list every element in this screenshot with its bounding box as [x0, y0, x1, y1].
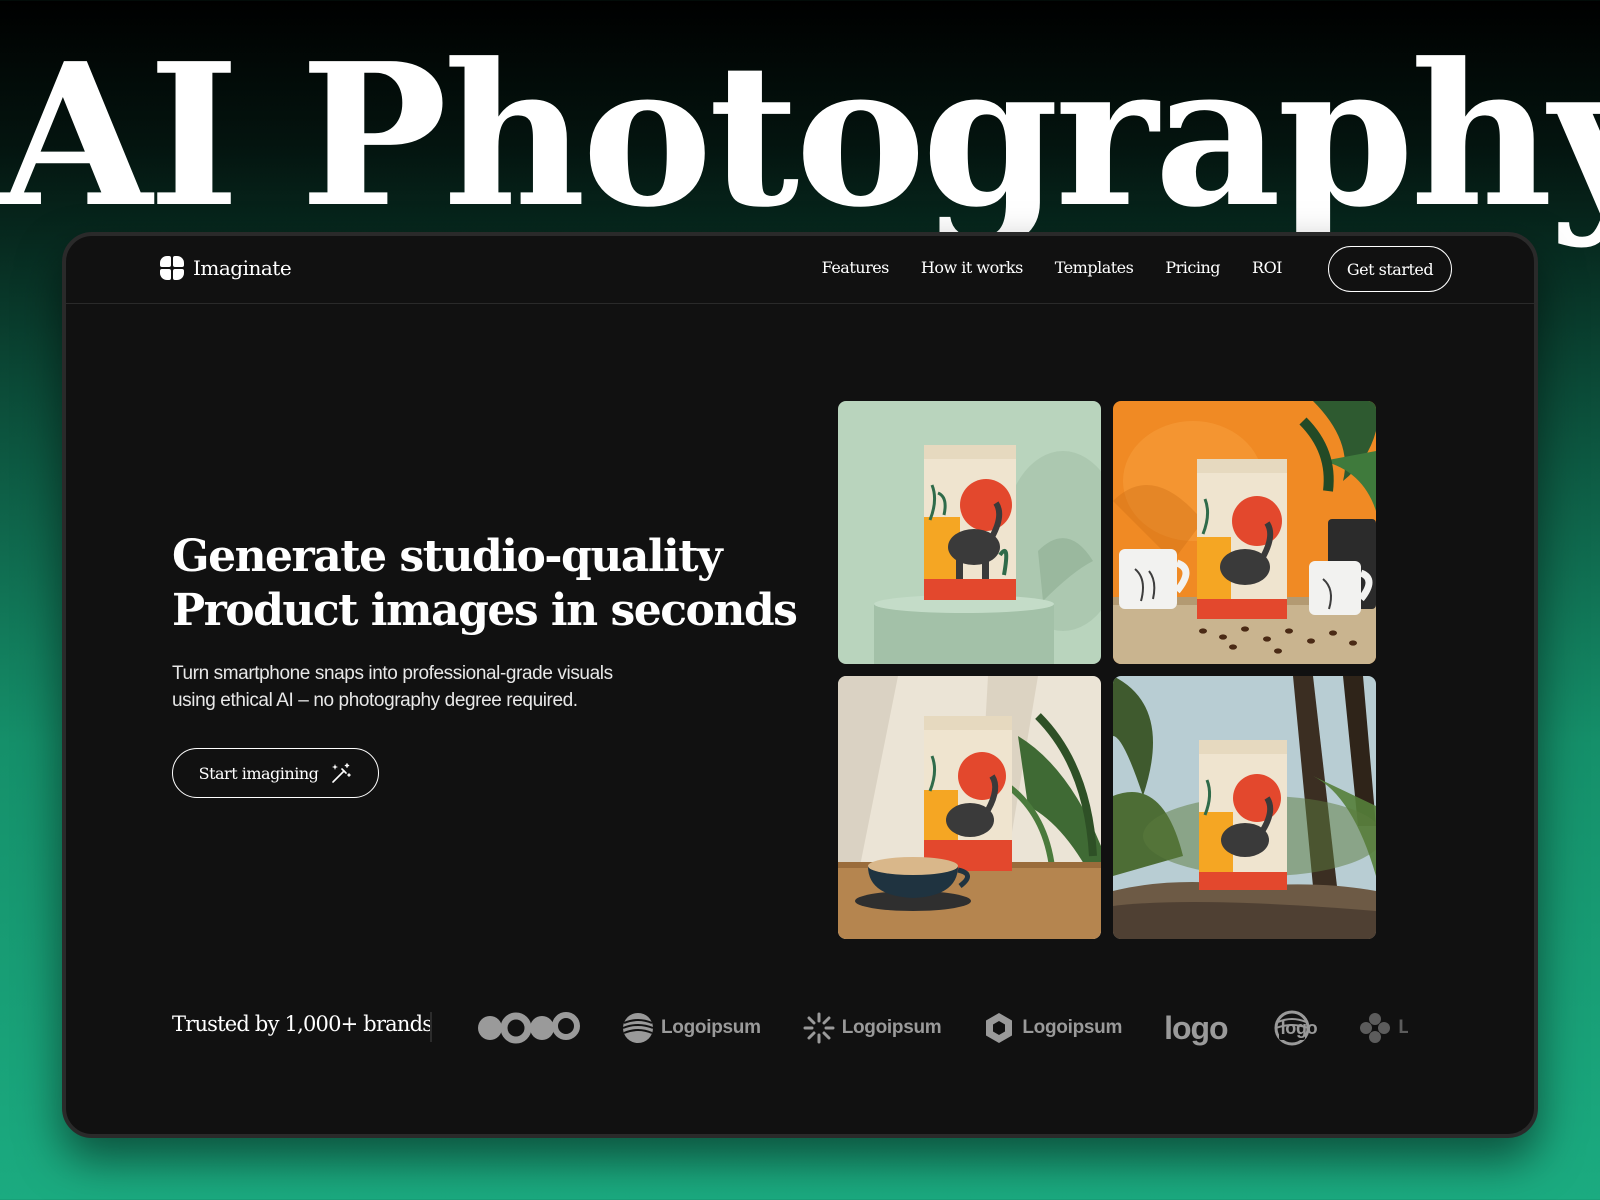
coffee-bag-garden-scene — [1113, 676, 1376, 939]
nav-link-features[interactable]: Features — [822, 258, 890, 277]
brand-name: Imaginate — [193, 256, 292, 280]
brand-logo-3-text: Logoipsum — [841, 1017, 942, 1038]
nav-link-how-it-works[interactable]: How it works — [921, 258, 1023, 277]
nav-links: Features How it works Templates Pricing … — [822, 258, 1283, 277]
logo-divider — [430, 1012, 432, 1042]
hexagon-icon — [986, 1013, 1013, 1043]
get-started-button[interactable]: Get started — [1328, 246, 1452, 292]
brand-logo-3: Logoipsum — [803, 1012, 942, 1044]
brand-logo-1 — [476, 1011, 580, 1045]
gallery-image-orange-cafe[interactable] — [1113, 401, 1376, 664]
start-imagining-button[interactable]: Start imagining — [172, 748, 379, 798]
brand-logo[interactable]: Imaginate — [160, 256, 292, 280]
brand-logo-6-text: logo — [1280, 1017, 1318, 1038]
hero-title: Generate studio-quality Product images i… — [172, 530, 798, 638]
sunburst-icon — [803, 1012, 835, 1044]
coffee-bag-table-scene — [838, 676, 1101, 939]
brand-logo-7-text: Lo — [1398, 1017, 1408, 1039]
brand-quad-icon — [160, 256, 184, 280]
brand-logo-4-text: Logoipsum — [1022, 1017, 1123, 1038]
top-navigation: Imaginate Features How it works Template… — [66, 236, 1534, 304]
product-gallery — [838, 401, 1376, 939]
trusted-by-label: Trusted by 1,000+ brands — [172, 1012, 433, 1036]
hero-subtitle: Turn smartphone snaps into professional-… — [172, 660, 672, 714]
hero-title-line: Product images in seconds — [172, 585, 798, 636]
nav-link-pricing[interactable]: Pricing — [1165, 258, 1220, 277]
brand-logos-strip: Logoipsum Logoipsum Logoipsum logo logo — [476, 1002, 1408, 1054]
gallery-image-tropical-garden[interactable] — [1113, 676, 1376, 939]
hero-subtitle-line: using ethical AI – no photography degree… — [172, 690, 578, 711]
brand-logo-4: Logoipsum — [983, 1012, 1122, 1044]
coffee-bag-orange-scene — [1113, 401, 1376, 664]
brand-logo-5: logo — [1164, 1009, 1229, 1047]
browser-window: Imaginate Features How it works Template… — [62, 232, 1538, 1138]
brand-logo-6: logo — [1270, 1010, 1318, 1046]
gallery-image-table-coffee[interactable] — [838, 676, 1101, 939]
brand-logo-5-text: logo — [1164, 1009, 1229, 1046]
waves-globe-icon — [622, 1013, 654, 1043]
magic-wand-icon — [332, 763, 352, 783]
flower-icon — [1360, 1013, 1391, 1043]
hero-subtitle-line: Turn smartphone snaps into professional-… — [172, 663, 613, 684]
hero-title-line: Generate studio-quality — [172, 531, 723, 582]
big-headline: AI Photography — [0, 21, 1600, 251]
start-imagining-label: Start imagining — [198, 763, 319, 783]
brand-logo-2-text: Logoipsum — [661, 1017, 761, 1038]
coffee-bag-mint-scene — [838, 401, 1101, 664]
brand-logo-2: Logoipsum — [622, 1012, 761, 1044]
brand-logo-7: Lo — [1359, 1012, 1408, 1044]
nav-link-templates[interactable]: Templates — [1055, 258, 1134, 277]
circles-logo-icon — [478, 1012, 580, 1044]
nav-link-roi[interactable]: ROI — [1252, 258, 1282, 277]
gallery-image-mint-pedestal[interactable] — [838, 401, 1101, 664]
